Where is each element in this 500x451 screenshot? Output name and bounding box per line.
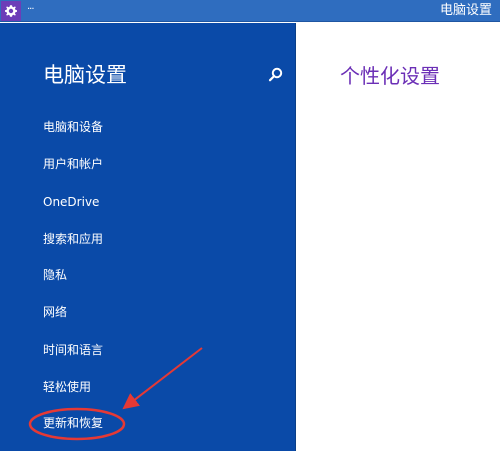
menu-dots-icon[interactable]: ··· (27, 4, 39, 16)
window-title: 电脑设置 (439, 3, 492, 18)
sidebar-item-time-and-language[interactable]: 时间和语言 (43, 339, 103, 361)
sidebar-item-network[interactable]: 网络 (43, 301, 67, 323)
title-bar: ··· 电脑设置 (0, 0, 500, 22)
settings-app-icon[interactable] (1, 1, 21, 21)
sidebar-item-update-and-recovery[interactable]: 更新和恢复 (43, 412, 103, 434)
sidebar-item-search-and-apps[interactable]: 搜索和应用 (43, 228, 103, 250)
sidebar-item-users-and-accounts[interactable]: 用户和帐户 (43, 153, 103, 175)
sidebar-item-privacy[interactable]: 隐私 (43, 264, 67, 286)
sidebar-item-ease-of-access[interactable]: 轻松使用 (43, 376, 91, 398)
main-panel: 个性化设置 (296, 23, 500, 451)
gear-icon (5, 5, 17, 17)
sidebar: 电脑设置 电脑和设备 用户和帐户 OneDrive 搜索和应用 隐私 网络 时间… (0, 23, 296, 451)
sidebar-item-onedrive[interactable]: OneDrive (43, 191, 99, 213)
sidebar-title: 电脑设置 (43, 63, 127, 87)
search-icon[interactable] (268, 67, 284, 83)
sidebar-item-pc-and-devices[interactable]: 电脑和设备 (43, 116, 103, 138)
page-title: 个性化设置 (340, 64, 440, 88)
